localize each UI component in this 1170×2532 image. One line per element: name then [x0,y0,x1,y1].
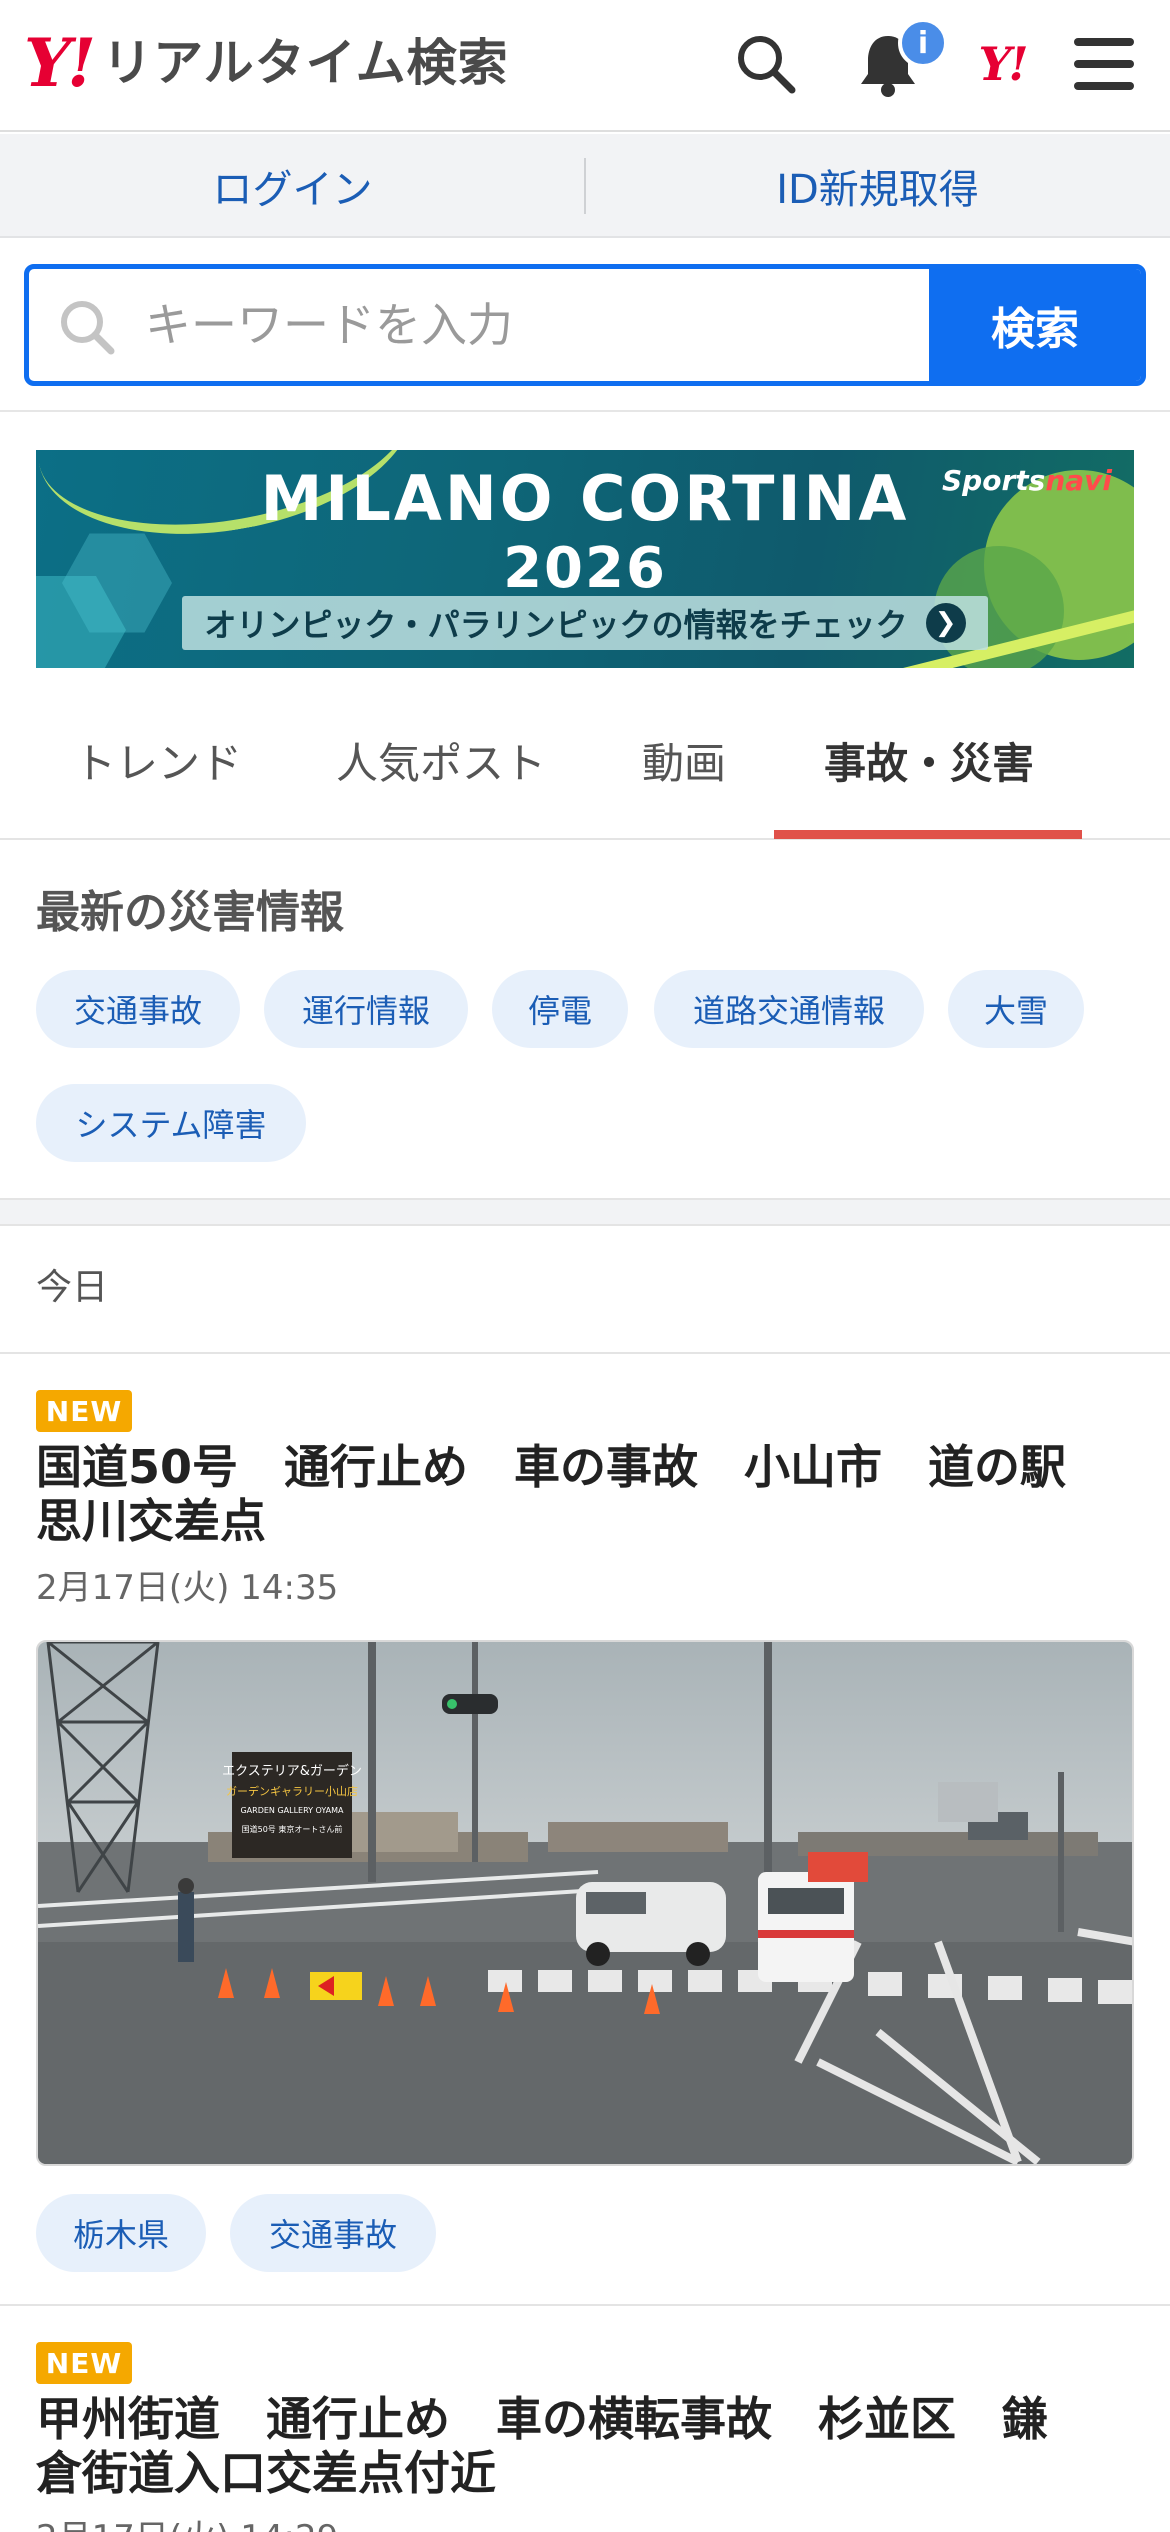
chip-road-traffic[interactable]: 道路交通情報 [654,970,924,1048]
headline-line: 倉街道入口交差点付近 [36,2446,496,2500]
photo-sign-text: ガーデンギャラリー小山店 [226,1784,358,1798]
article-date: 2月17日(火) 14:29 [36,2510,338,2532]
article-divider [0,2304,1170,2306]
yahoo-realtime-logo[interactable]: Y! リアルタイム検索 [24,30,509,96]
new-badge: NEW [36,1390,132,1432]
photo-sign-text: エクステリア&ガーデン [222,1763,362,1779]
headline-line: 国道50号 通行止め 車の事故 小山市 道の駅 [36,1440,1067,1494]
disaster-section-title: 最新の災害情報 [36,887,344,938]
search-input[interactable] [145,269,945,381]
app-header: Y! リアルタイム検索 i Y! [0,0,1170,132]
yahoo-mark-text: Y! [978,37,1028,91]
article-headline[interactable]: 甲州街道 通行止め 車の横転事故 杉並区 鎌 倉街道入口交差点付近 [36,2392,1134,2500]
chip-power-outage[interactable]: 停電 [492,970,628,1048]
active-tab-indicator [774,830,1082,839]
article-date: 2月17日(火) 14:35 [36,1568,339,1608]
banner-cta-label: オリンピック・パラリンピックの情報をチェック [204,606,908,644]
photo-sign-text: 国道50号 東京オートさん前 [242,1824,343,1834]
search-icon[interactable] [730,28,802,100]
section-divider [0,1352,1170,1354]
tag-traffic-accident[interactable]: 交通事故 [230,2194,436,2272]
photo-sign-text: GARDEN GALLERY OYAMA [240,1806,344,1815]
tab-popular-posts[interactable]: 人気ポスト [336,734,546,794]
headline-line: 思川交差点 [36,1494,266,1548]
tag-tochigi[interactable]: 栃木県 [36,2194,206,2272]
notification-badge[interactable]: i [898,18,948,68]
search-bar: 検索 [24,264,1146,386]
chip-traffic-accident[interactable]: 交通事故 [36,970,240,1048]
article-headline[interactable]: 国道50号 通行止め 車の事故 小山市 道の駅 思川交差点 [36,1440,1134,1548]
tab-trend[interactable]: トレンド [74,734,242,794]
tab-accidents-disasters[interactable]: 事故・災害 [824,734,1034,794]
chip-heavy-snow[interactable]: 大雪 [948,970,1084,1048]
chip-operation-info[interactable]: 運行情報 [264,970,468,1048]
headline-line: 甲州街道 通行止め 車の横転事故 杉並区 鎌 [36,2392,1048,2446]
yahoo-icon[interactable]: Y! [966,28,1038,100]
olympics-banner[interactable]: Sportsnavi MILANO CORTINA 2026 オリンピック・パラ… [36,450,1134,668]
menu-icon[interactable] [1068,28,1140,100]
tab-videos[interactable]: 動画 [642,734,726,794]
section-divider [0,410,1170,412]
day-label: 今日 [36,1267,109,1308]
yahoo-logo-mark: Y! [24,24,96,102]
search-field-icon [61,301,115,355]
search-button[interactable]: 検索 [929,269,1141,381]
section-divider [0,1198,1170,1226]
login-bar: ログイン ID新規取得 [0,134,1170,238]
app-title: リアルタイム検索 [102,34,509,92]
login-link[interactable]: ログイン [0,134,585,238]
chip-system-failure[interactable]: システム障害 [36,1084,306,1162]
article-photo[interactable]: エクステリア&ガーデン ガーデンギャラリー小山店 GARDEN GALLERY … [36,1640,1134,2166]
category-tabs: トレンド 人気ポスト 動画 事故・災害 [0,690,1170,840]
banner-title: MILANO CORTINA [260,462,910,535]
register-link[interactable]: ID新規取得 [585,134,1170,238]
banner-cta[interactable]: オリンピック・パラリンピックの情報をチェック ❯ [182,596,988,650]
banner-year: 2026 [503,536,667,601]
chevron-right-icon: ❯ [925,603,966,643]
new-badge: NEW [36,2342,132,2384]
